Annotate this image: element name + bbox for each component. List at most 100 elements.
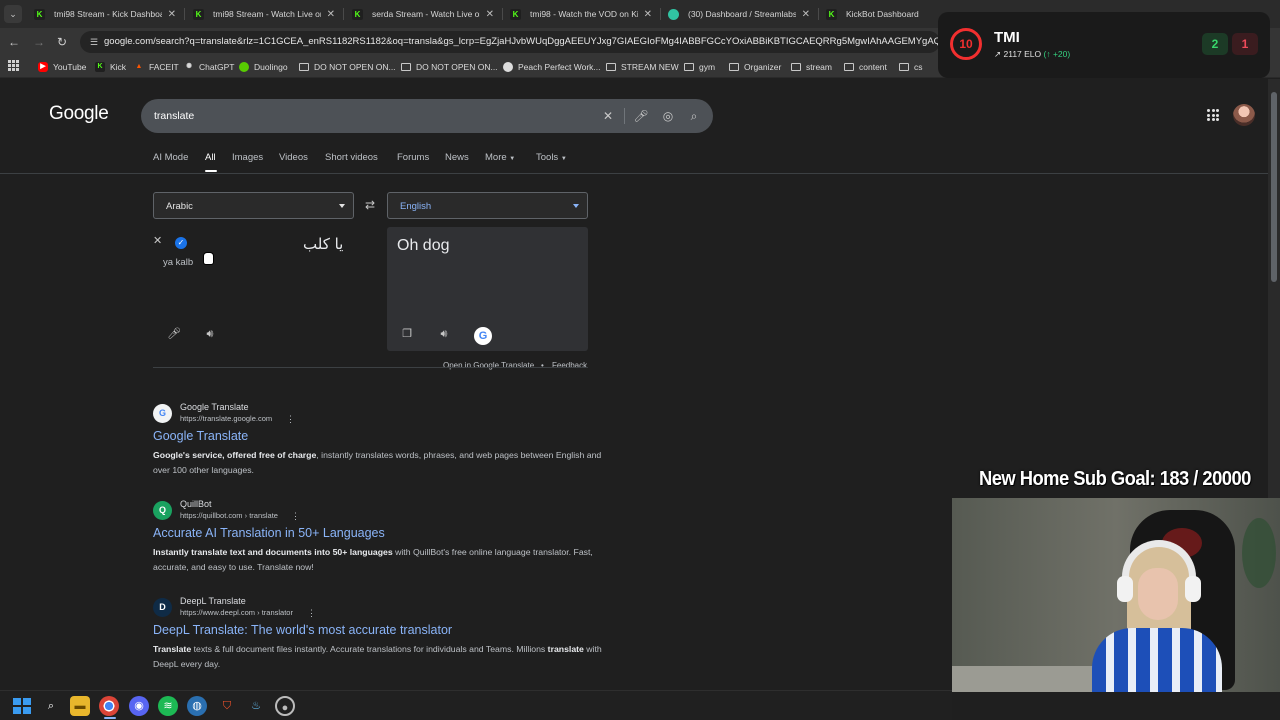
file-explorer-icon[interactable]: ▬ [70,696,90,716]
tab-tmi98-vod[interactable]: K tmi98 - Watch the VOD on Kick ✕ [502,3,660,25]
bookmark-label: STREAM NEW [621,62,679,72]
filter-more[interactable]: More ▼ [485,152,515,163]
bookmark-label: content [859,62,887,72]
search-input[interactable]: translate [154,110,194,122]
bookmark-stream[interactable]: stream [791,60,832,74]
bookmark-faceit[interactable]: ▲ FACEIT [134,60,179,74]
streamer-shirt [1092,628,1222,692]
more-vert-icon[interactable]: ⋮ [291,511,300,522]
filter-news[interactable]: News [445,152,469,163]
app-icon[interactable]: ◍ [187,696,207,716]
lens-icon[interactable]: ◎ [660,108,676,124]
tab-title: KickBot Dashboard [846,9,919,19]
avatar[interactable] [1233,104,1255,126]
source-text[interactable]: يا كلب [303,235,343,253]
elo-change: (↑ +20) [1043,49,1071,59]
result-site-name[interactable]: Google Translate [180,402,249,412]
bookmark-duolingo[interactable]: Duolingo [239,60,288,74]
filter-all[interactable]: All [205,152,216,163]
filter-forums[interactable]: Forums [397,152,429,163]
more-vert-icon[interactable]: ⋮ [307,608,316,619]
bookmark-chatgpt[interactable]: ✺ ChatGPT [184,60,234,74]
discord-icon[interactable]: ◉ [129,696,149,716]
bookmark-kick[interactable]: K Kick [95,60,126,74]
bookmark-peach[interactable]: Peach Perfect Work... [503,60,601,74]
site-info-icon[interactable]: ☰ [88,36,100,48]
windows-start-icon[interactable] [11,696,31,716]
filter-tools[interactable]: Tools ▼ [536,152,567,163]
steam-icon[interactable]: ♨ [246,696,266,716]
swap-languages-icon[interactable]: ⇄ [362,198,378,212]
tab-kick-dashboard[interactable]: K tmi98 Stream - Kick Dashboard ✕ [26,3,184,25]
tab-serda-live[interactable]: K serda Stream - Watch Live on K ✕ [344,3,502,25]
result-title[interactable]: DeepL Translate: The world's most accura… [153,623,452,637]
source-text-panel[interactable]: ✕ ✓ يا كلب ya kalb 🎤︎ 🔊︎ [153,227,354,351]
result-url[interactable]: https://quillbot.com › translate [180,511,278,520]
close-icon[interactable]: ✕ [802,9,810,20]
back-icon[interactable]: ← [6,34,22,50]
filter-images[interactable]: Images [232,152,263,163]
result-site-name[interactable]: DeepL Translate [180,596,246,606]
obs-icon[interactable]: ● [275,696,295,716]
tab-tmi98-live[interactable]: K tmi98 Stream - Watch Live on K ✕ [185,3,343,25]
filter-videos[interactable]: Videos [279,152,308,163]
copy-icon[interactable]: ❐ [399,326,415,342]
apps-icon[interactable] [8,60,19,71]
bookmark-youtube[interactable]: ▶ YouTube [38,60,86,74]
target-language-select[interactable]: English [387,192,588,219]
snippet-bold: Instantly translate text and documents i… [153,547,393,557]
source-language-select[interactable]: Arabic [153,192,354,219]
close-icon[interactable]: ✕ [486,9,494,20]
open-in-translate-link[interactable]: Open in Google Translate [443,361,534,370]
bookmark-stream-new[interactable]: STREAM NEW [606,60,679,74]
peach-icon [503,62,513,72]
bookmark-folder-2[interactable]: DO NOT OPEN ON... [401,60,498,74]
chrome-icon[interactable] [99,696,119,716]
brave-icon[interactable]: ⛉ [217,696,237,716]
bookmark-organizer[interactable]: Organizer [729,60,781,74]
close-icon[interactable]: ✕ [168,9,176,20]
search-box[interactable]: translate ✕ 🎤︎ ◎ ⌕ [141,99,713,133]
close-icon[interactable]: ✕ [327,9,335,20]
clear-icon[interactable]: ✕ [600,108,616,124]
quillbot-icon: Q [153,501,172,520]
bookmark-folder-1[interactable]: DO NOT OPEN ON... [299,60,396,74]
google-logo[interactable]: Google [49,103,109,125]
google-g-icon[interactable]: G [474,327,492,345]
search-icon[interactable]: ⌕ [41,696,61,716]
search-icon[interactable]: ⌕ [686,108,702,124]
tab-title: tmi98 - Watch the VOD on Kick [530,9,638,19]
kick-icon: K [34,8,45,20]
result-site-name[interactable]: QuillBot [180,499,212,509]
feedback-link[interactable]: Feedback [552,361,587,370]
result-title[interactable]: Google Translate [153,429,248,443]
scrollbar-thumb[interactable] [1271,92,1277,282]
speaker-icon[interactable]: 🔊︎ [436,326,452,342]
tab-search-button[interactable]: ⌄ [4,5,22,23]
wins-count: 2 [1202,33,1228,55]
address-bar[interactable]: ☰ google.com/search?q=translate&rlz=1C1G… [80,31,940,53]
more-vert-icon[interactable]: ⋮ [286,414,295,425]
snippet-bold: Translate [153,644,192,654]
filter-short-videos[interactable]: Short videos [325,152,378,163]
result-url[interactable]: https://www.deepl.com › translator [180,608,293,617]
deepl-icon: D [153,598,172,617]
bookmark-content[interactable]: content [844,60,887,74]
clear-text-icon[interactable]: ✕ [153,235,163,247]
result-url[interactable]: https://translate.google.com [180,414,272,423]
close-icon[interactable]: ✕ [644,9,652,20]
tab-streamlabs[interactable]: (30) Dashboard / Streamlabs ✕ [660,3,818,25]
forward-icon[interactable]: → [31,34,47,50]
microphone-icon[interactable]: 🎤︎ [167,326,181,342]
speaker-icon[interactable]: 🔊︎ [202,326,218,342]
filter-ai-mode[interactable]: AI Mode [153,152,188,163]
spotify-icon[interactable]: ≋ [158,696,178,716]
result-title[interactable]: Accurate AI Translation in 50+ Languages [153,526,385,540]
reload-icon[interactable]: ↻ [54,34,70,50]
bookmark-gym[interactable]: gym [684,60,715,74]
microphone-icon[interactable]: 🎤︎ [633,108,649,124]
bookmark-label: gym [699,62,716,72]
bookmark-cs[interactable]: cs [899,60,923,74]
google-apps-icon[interactable] [1207,109,1219,121]
tab-kickbot[interactable]: K KickBot Dashboard [818,3,938,25]
